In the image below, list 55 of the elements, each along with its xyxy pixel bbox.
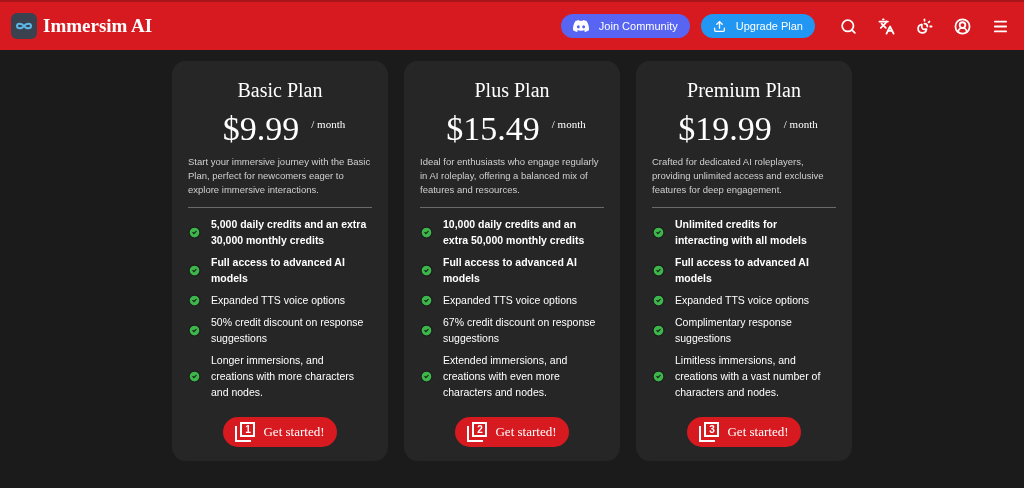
price-period: / month: [311, 117, 346, 132]
check-icon: [652, 293, 665, 307]
check-icon: [420, 293, 433, 307]
feature-text: Full access to advanced AI models: [675, 255, 810, 286]
plan-description: Crafted for dedicated AI roleplayers, providing unlimited access and exclusive features for deep engagement.: [652, 155, 825, 197]
check-icon: [420, 323, 433, 337]
plan-price: $9.99: [222, 109, 300, 149]
check-icon: [420, 225, 433, 239]
app-title: Immersim AI: [43, 13, 153, 38]
search-icon[interactable]: [840, 17, 857, 35]
check-icon: [652, 323, 665, 337]
feature-text: Limitless immersions, and creations with a vast number of characters and nodes.: [675, 353, 822, 400]
feature-text: Full access to advanced AI models: [443, 255, 578, 286]
get-started-button[interactable]: 1 Get started!: [223, 417, 337, 447]
account-icon[interactable]: [954, 17, 971, 35]
join-community-button[interactable]: Join Community: [560, 14, 690, 38]
check-icon: [188, 369, 201, 383]
feature-text: Full access to advanced AI models: [211, 255, 346, 286]
logo-icon: [11, 13, 37, 39]
feature-text: Extended immersions, and creations with even more characters and nodes.: [443, 353, 569, 400]
plan-description: Ideal for enthusiasts who engage regularly in AI roleplay, offering a balanced mix of features and resources.: [420, 155, 600, 197]
get-started-button[interactable]: 2 Get started!: [455, 417, 569, 447]
check-icon: [420, 369, 433, 383]
feature-text: Expanded TTS voice options: [675, 293, 810, 308]
feature-text: 50% credit discount on response suggestions: [211, 315, 365, 346]
check-icon: [652, 369, 665, 383]
check-icon: [188, 323, 201, 337]
upgrade-plan-button[interactable]: Upgrade Plan: [700, 14, 815, 38]
feature-text: Expanded TTS voice options: [443, 293, 578, 308]
feature-text: Expanded TTS voice options: [211, 293, 346, 308]
discord-icon: [572, 20, 589, 32]
check-icon: [188, 225, 201, 239]
translate-icon[interactable]: [878, 17, 895, 35]
feature-text: 10,000 daily credits and an extra 50,000 monthly credits: [443, 217, 586, 248]
plan-description: Start your immersive journey with the Basic Plan, perfect for newcomers eager to explore immersive interactions.: [188, 155, 372, 197]
upload-icon: [712, 19, 726, 33]
feature-text: Unlimited credits for interacting with all models: [675, 217, 808, 248]
check-icon: [652, 263, 665, 277]
check-icon: [652, 225, 665, 239]
price-period: / month: [551, 117, 586, 132]
plan-name: Premium Plan: [686, 78, 802, 103]
plan-name: Plus Plan: [473, 78, 551, 103]
plan-price: $19.99: [678, 109, 772, 149]
check-icon: [420, 263, 433, 277]
get-started-button[interactable]: 3 Get started!: [687, 417, 801, 447]
feature-text: Complimentary response suggestions: [675, 315, 793, 346]
plan-name: Basic Plan: [236, 78, 324, 103]
check-icon: [188, 263, 201, 277]
plan-price: $15.49: [446, 109, 540, 149]
feature-text: 5,000 daily credits and an extra 30,000 monthly credits: [211, 217, 368, 248]
price-period: / month: [783, 117, 818, 132]
feature-text: 67% credit discount on response suggestions: [443, 315, 597, 346]
feature-text: Longer immersions, and creations with more characters and nodes.: [211, 353, 355, 400]
check-icon: [188, 293, 201, 307]
theme-icon[interactable]: [916, 17, 933, 35]
